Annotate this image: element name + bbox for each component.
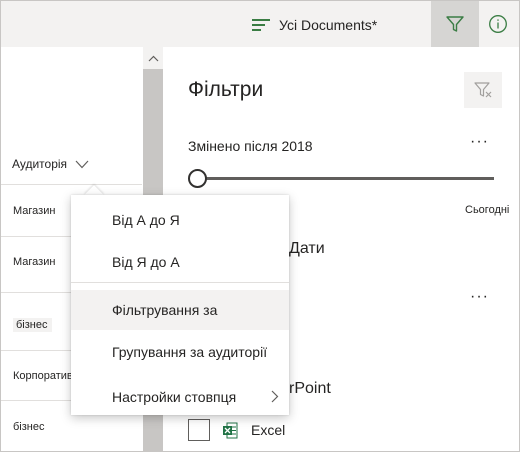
menu-item-group-by[interactable]: Групування за аудиторії bbox=[71, 332, 289, 372]
menu-separator bbox=[71, 282, 289, 283]
menu-item-sort-asc[interactable]: Від А до Я bbox=[71, 200, 289, 240]
column-context-menu: Від А до Я Від Я до А Фільтрування за Гр… bbox=[71, 195, 289, 415]
slider-end-label: Сьогодні bbox=[465, 204, 510, 216]
view-label: Усі Documents* bbox=[279, 17, 378, 33]
audience-cell: бізнес bbox=[13, 421, 45, 433]
menu-item-label: Від Я до А bbox=[112, 254, 180, 270]
command-bar: Усі Documents* bbox=[1, 1, 519, 47]
menu-item-label: Від А до Я bbox=[112, 212, 180, 228]
app-frame: Усі Documents* Аудиторія Магазин Магазин… bbox=[0, 0, 520, 452]
column-header-audience[interactable]: Аудиторія bbox=[12, 157, 89, 171]
info-button[interactable] bbox=[487, 13, 509, 35]
panel-title: Фільтри bbox=[188, 78, 264, 101]
column-header-label: Аудиторія bbox=[12, 157, 68, 171]
menu-item-label: Настройки стовпця bbox=[112, 389, 237, 405]
list-view-icon bbox=[252, 18, 270, 32]
chevron-up-icon bbox=[148, 55, 158, 61]
menu-item-label: Групування за аудиторії bbox=[112, 344, 268, 360]
filter-pane-button[interactable] bbox=[431, 1, 479, 47]
audience-cell: бізнес bbox=[13, 318, 53, 332]
file-type-partial-label: rPoint bbox=[289, 380, 331, 397]
excel-label: Excel bbox=[251, 422, 286, 438]
dates-label[interactable]: Дати bbox=[289, 240, 325, 258]
menu-item-sort-desc[interactable]: Від Я до А bbox=[71, 242, 289, 282]
excel-checkbox[interactable] bbox=[188, 419, 210, 441]
view-switcher[interactable]: Усі Documents* bbox=[252, 14, 377, 36]
modified-slider-thumb[interactable] bbox=[188, 169, 207, 188]
audience-cell: Магазин bbox=[13, 256, 56, 268]
more-options-icon[interactable]: ··· bbox=[470, 288, 489, 306]
more-options-icon[interactable]: ··· bbox=[470, 133, 489, 151]
modified-slider-track[interactable] bbox=[196, 177, 494, 180]
scroll-up-button[interactable] bbox=[143, 47, 163, 69]
audience-cell: Магазин bbox=[13, 205, 56, 217]
info-icon bbox=[489, 15, 507, 33]
menu-item-column-settings[interactable]: Настройки стовпця bbox=[71, 377, 289, 417]
menu-item-label: Фільтрування за bbox=[112, 302, 218, 318]
filter-icon bbox=[446, 16, 464, 32]
chevron-down-icon[interactable] bbox=[75, 160, 89, 169]
row-divider bbox=[1, 184, 142, 185]
excel-icon bbox=[223, 422, 238, 438]
modified-filter-title: Змінено після 2018 bbox=[188, 138, 313, 154]
clear-filters-button[interactable] bbox=[464, 72, 502, 108]
menu-item-filter-by[interactable]: Фільтрування за bbox=[71, 290, 289, 330]
clear-filter-icon bbox=[474, 82, 492, 98]
chevron-right-icon bbox=[271, 390, 279, 403]
excel-filter-option[interactable]: Excel bbox=[188, 419, 285, 441]
